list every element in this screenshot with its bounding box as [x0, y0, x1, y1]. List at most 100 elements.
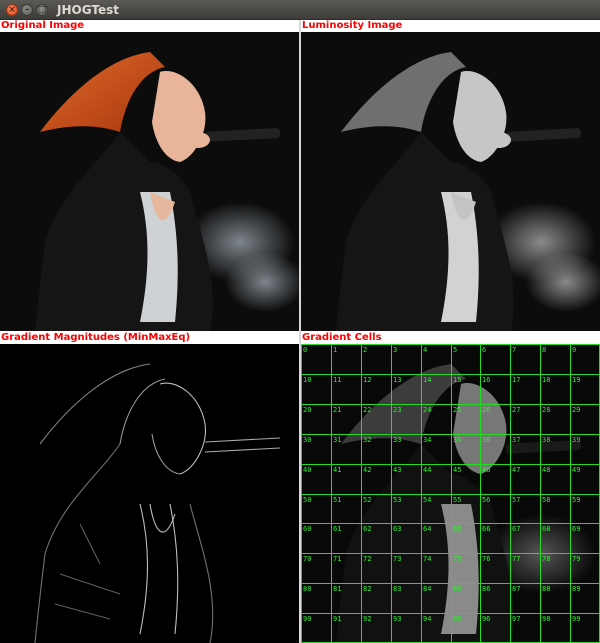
cell-number: 16 — [482, 376, 491, 384]
panel-label-original: Original Image — [0, 20, 299, 32]
cell-number: 84 — [423, 585, 432, 593]
cell-number: 51 — [333, 496, 342, 504]
cell-number: 36 — [482, 436, 491, 444]
cell-number: 43 — [393, 466, 402, 474]
cell-number: 68 — [542, 525, 551, 533]
cell-number: 99 — [572, 615, 581, 623]
cell-number: 12 — [363, 376, 372, 384]
cell-number: 52 — [363, 496, 372, 504]
cell-number: 24 — [423, 406, 432, 414]
cell-number: 21 — [333, 406, 342, 414]
maximize-window-button[interactable]: □ — [36, 4, 48, 16]
original-image — [0, 32, 299, 331]
cell-number: 63 — [393, 525, 402, 533]
cell-number: 81 — [333, 585, 342, 593]
cell-number: 9 — [572, 346, 577, 354]
cell-number: 66 — [482, 525, 491, 533]
cell-number: 5 — [453, 346, 458, 354]
cell-number: 7 — [512, 346, 517, 354]
cell-number: 56 — [482, 496, 491, 504]
cell-number: 82 — [363, 585, 372, 593]
cell-number: 88 — [542, 585, 551, 593]
minimize-window-button[interactable]: – — [21, 4, 33, 16]
cell-number: 49 — [572, 466, 581, 474]
luminosity-image-panel: Luminosity Image — [301, 20, 600, 331]
cell-number: 61 — [333, 525, 342, 533]
cell-number: 39 — [572, 436, 581, 444]
cell-number: 78 — [542, 555, 551, 563]
close-window-button[interactable]: × — [6, 4, 18, 16]
cell-number: 34 — [423, 436, 432, 444]
cell-number: 50 — [303, 496, 312, 504]
cell-number: 74 — [423, 555, 432, 563]
cell-number: 96 — [482, 615, 491, 623]
cell-number: 62 — [363, 525, 372, 533]
cell-number: 87 — [512, 585, 521, 593]
original-image-panel: Original Image — [0, 20, 299, 331]
panel-label-gradient-magnitudes: Gradient Magnitudes (MinMaxEq) — [0, 332, 299, 344]
cell-number: 11 — [333, 376, 342, 384]
panel-label-luminosity: Luminosity Image — [301, 20, 600, 32]
cell-number: 80 — [303, 585, 312, 593]
cell-number: 40 — [303, 466, 312, 474]
cell-number: 97 — [512, 615, 521, 623]
panel-label-gradient-cells: Gradient Cells — [301, 332, 600, 344]
cell-number: 18 — [542, 376, 551, 384]
cell-number: 64 — [423, 525, 432, 533]
cell-number: 3 — [393, 346, 398, 354]
cell-number: 8 — [542, 346, 547, 354]
cell-number: 54 — [423, 496, 432, 504]
cell-number: 35 — [453, 436, 462, 444]
cell-number: 38 — [542, 436, 551, 444]
cell-number: 32 — [363, 436, 372, 444]
cell-number: 42 — [363, 466, 372, 474]
gradient-magnitudes-image — [0, 344, 299, 643]
cell-number: 67 — [512, 525, 521, 533]
cell-number: 10 — [303, 376, 312, 384]
cell-number: 37 — [512, 436, 521, 444]
gradient-cells-panel: Gradient Cells 0 1 2 3 4 5 6 7 8 9 10 11 12 13 14 15 16 1… — [301, 332, 600, 643]
cell-number: 48 — [542, 466, 551, 474]
cell-number: 45 — [453, 466, 462, 474]
cell-number: 0 — [303, 346, 308, 354]
cell-number: 93 — [393, 615, 402, 623]
cell-number: 70 — [303, 555, 312, 563]
cell-number: 28 — [542, 406, 551, 414]
cell-number: 27 — [512, 406, 521, 414]
cell-number: 59 — [572, 496, 581, 504]
cell-number: 75 — [453, 555, 462, 563]
cell-number: 65 — [453, 525, 462, 533]
window-title: JHOGTest — [57, 3, 119, 17]
cell-number: 95 — [453, 615, 462, 623]
cell-number: 79 — [572, 555, 581, 563]
cell-number: 86 — [482, 585, 491, 593]
window-titlebar[interactable]: × – □ JHOGTest — [0, 0, 600, 20]
cell-number: 23 — [393, 406, 402, 414]
cell-number: 13 — [393, 376, 402, 384]
cell-number: 25 — [453, 406, 462, 414]
luminosity-image — [301, 32, 600, 331]
cell-number: 31 — [333, 436, 342, 444]
cell-number: 41 — [333, 466, 342, 474]
cell-number: 60 — [303, 525, 312, 533]
cell-number: 17 — [512, 376, 521, 384]
cell-number: 92 — [363, 615, 372, 623]
cell-number: 98 — [542, 615, 551, 623]
cell-number: 53 — [393, 496, 402, 504]
cell-number: 71 — [333, 555, 342, 563]
cell-number: 2 — [363, 346, 368, 354]
cell-number: 4 — [423, 346, 428, 354]
cell-number: 1 — [333, 346, 338, 354]
cell-number: 46 — [482, 466, 491, 474]
cell-number: 29 — [572, 406, 581, 414]
cell-number: 55 — [453, 496, 462, 504]
cell-number: 47 — [512, 466, 521, 474]
cell-number: 72 — [363, 555, 372, 563]
cell-number: 20 — [303, 406, 312, 414]
cell-number: 91 — [333, 615, 342, 623]
cell-number: 44 — [423, 466, 432, 474]
cell-number: 73 — [393, 555, 402, 563]
cell-number: 57 — [512, 496, 521, 504]
cell-number: 26 — [482, 406, 491, 414]
gradient-cells-image: 0 1 2 3 4 5 6 7 8 9 10 11 12 13 14 15 16 17 18 19 20 21 22 23 24… — [301, 344, 600, 643]
